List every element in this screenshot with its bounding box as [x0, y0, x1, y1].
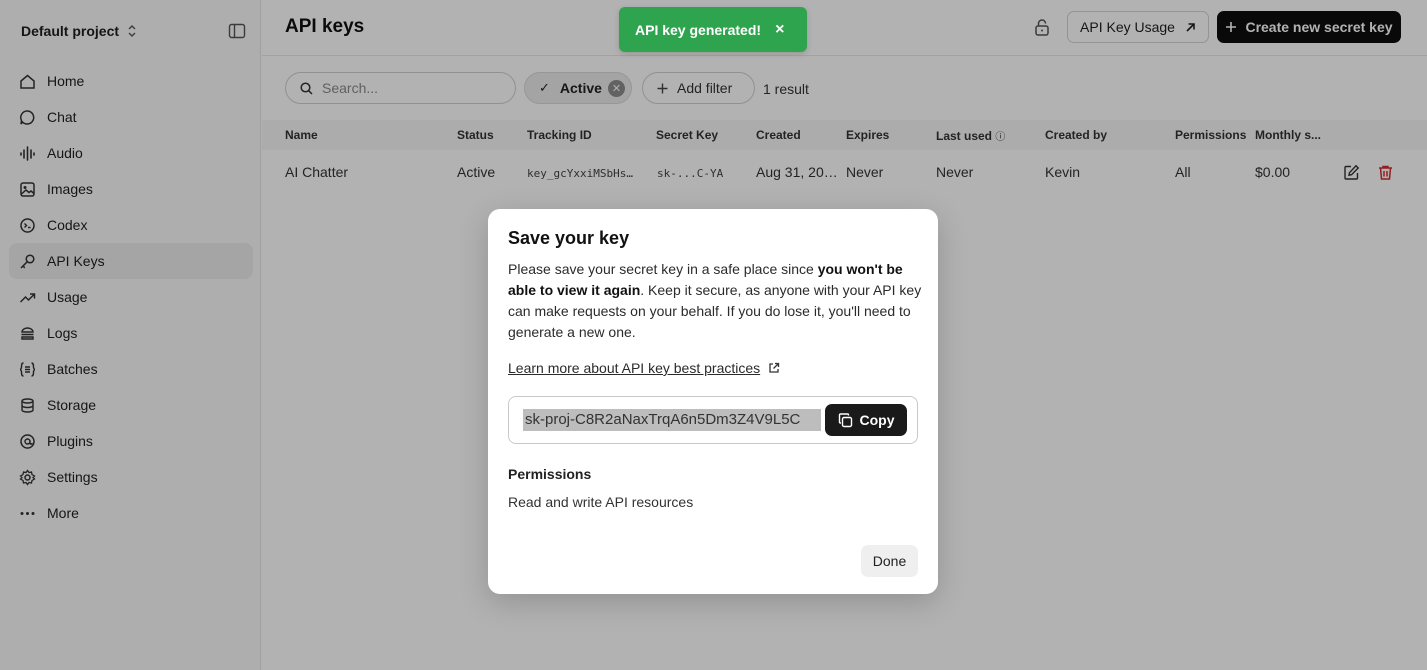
learn-more-link[interactable]: Learn more about API key best practices: [508, 360, 780, 376]
toast-message: API key generated!: [635, 21, 762, 38]
copy-icon: [838, 412, 852, 427]
save-key-dialog: Save your key Please save your secret ke…: [488, 209, 938, 594]
copy-label: Copy: [859, 412, 895, 428]
external-link-icon: [769, 362, 780, 373]
success-toast: API key generated! ×: [619, 7, 807, 52]
toast-close-icon[interactable]: ×: [775, 21, 784, 39]
permissions-heading: Permissions: [508, 466, 592, 482]
done-button[interactable]: Done: [861, 545, 918, 577]
learn-more-label: Learn more about API key best practices: [508, 360, 761, 376]
dialog-title: Save your key: [508, 228, 630, 248]
body-text: Please save your secret key in a safe pl…: [508, 261, 818, 277]
copy-button[interactable]: Copy: [825, 404, 907, 436]
secret-key-field[interactable]: sk-proj-C8R2aNaxTrqA6n5Dm3Z4V9L5C Copy: [508, 396, 918, 444]
secret-key-value[interactable]: sk-proj-C8R2aNaxTrqA6n5Dm3Z4V9L5C: [523, 409, 821, 431]
dialog-body: Please save your secret key in a safe pl…: [508, 259, 922, 343]
permissions-value: Read and write API resources: [508, 494, 694, 510]
